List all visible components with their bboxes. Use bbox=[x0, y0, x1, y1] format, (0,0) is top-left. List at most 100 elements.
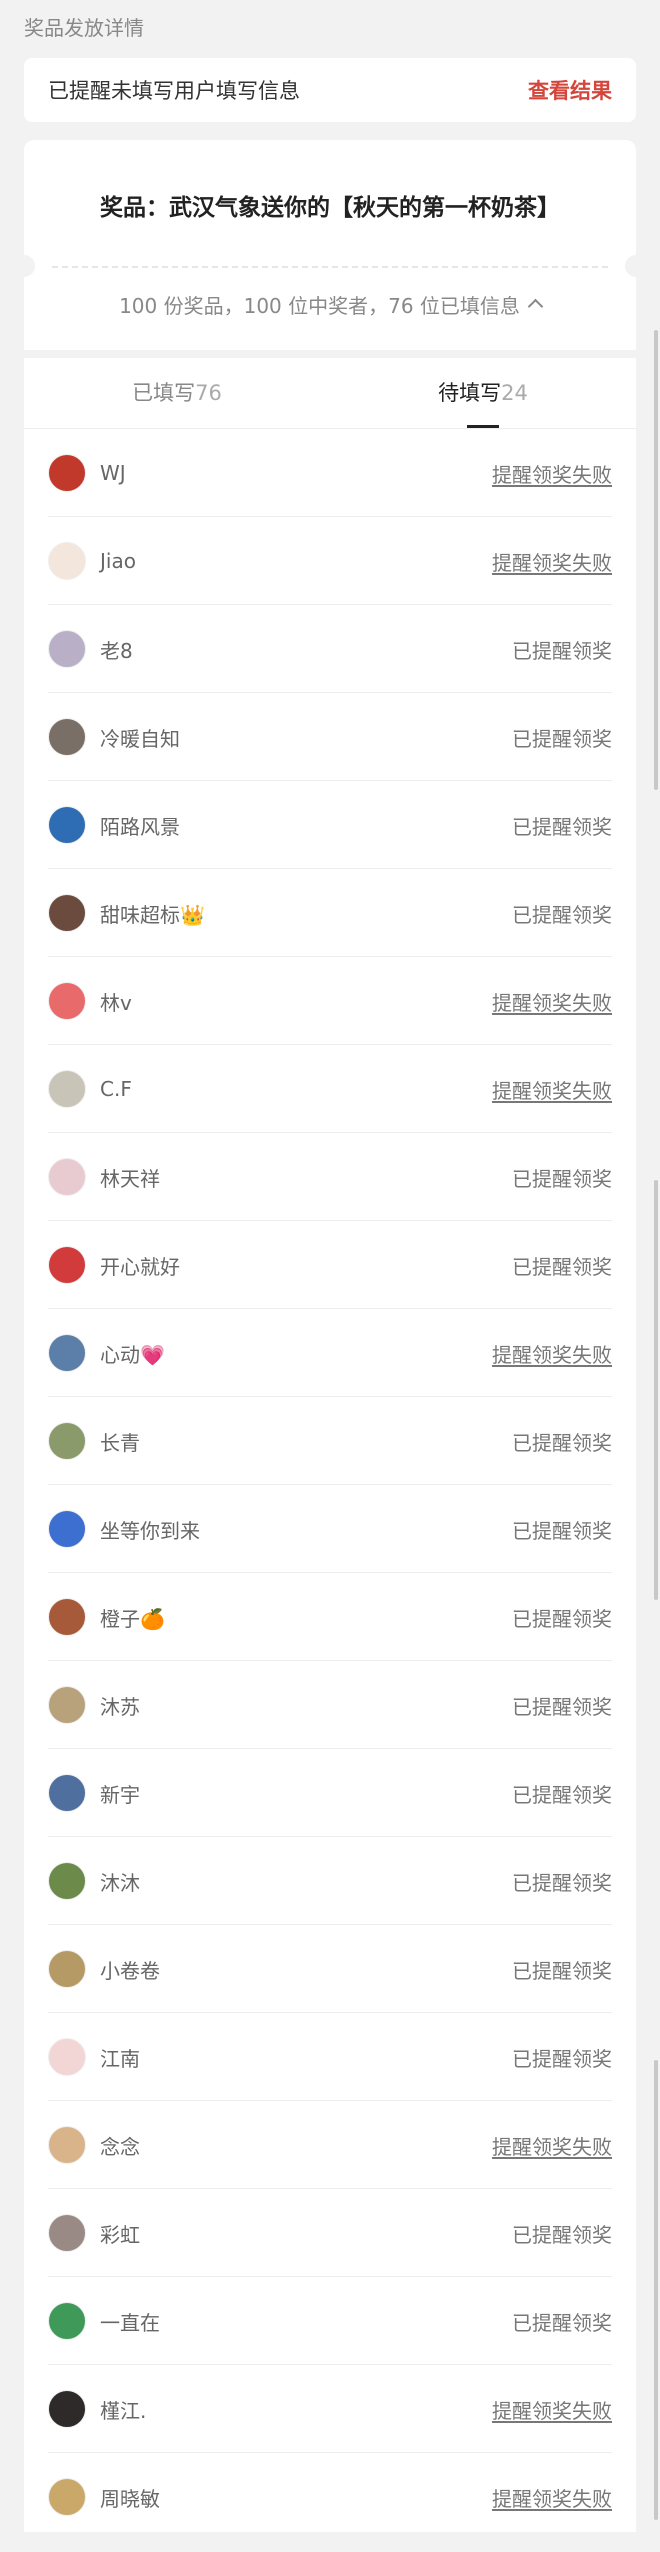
remind-failed-link[interactable]: 提醒领奖失败 bbox=[492, 2395, 612, 2424]
ticket-notch-left bbox=[13, 255, 35, 277]
winner-name: 橙子🍊 bbox=[100, 1606, 165, 1631]
winner-row: 坐等你到来 已提醒领奖 bbox=[24, 1485, 636, 1573]
avatar[interactable] bbox=[48, 1334, 86, 1372]
winner-name: 陌路风景 bbox=[100, 814, 180, 839]
tab-pending[interactable]: 待填写24 bbox=[330, 358, 636, 428]
winner-name: 长青 bbox=[100, 1430, 140, 1455]
winner-row: 新宇 已提醒领奖 bbox=[24, 1749, 636, 1837]
reminded-status: 已提醒领奖 bbox=[512, 1870, 612, 1895]
reminded-status: 已提醒领奖 bbox=[512, 1254, 612, 1279]
winner-row: 周晓敏 提醒领奖失败 bbox=[24, 2453, 636, 2541]
remind-failed-link[interactable]: 提醒领奖失败 bbox=[492, 1075, 612, 1104]
remind-failed-link[interactable]: 提醒领奖失败 bbox=[492, 2483, 612, 2512]
winner-name: 江南 bbox=[100, 2046, 140, 2071]
avatar[interactable] bbox=[48, 1510, 86, 1548]
scrollbar-thumb[interactable] bbox=[654, 330, 658, 790]
avatar[interactable] bbox=[48, 1950, 86, 1988]
winner-row: 念念 提醒领奖失败 bbox=[24, 2101, 636, 2189]
remind-failed-link[interactable]: 提醒领奖失败 bbox=[492, 987, 612, 1016]
reminded-status: 已提醒领奖 bbox=[512, 726, 612, 751]
avatar[interactable] bbox=[48, 2390, 86, 2428]
tab-filled-count: 76 bbox=[195, 381, 222, 405]
winner-name: C.F bbox=[100, 1077, 132, 1101]
scrollbar-thumb-lower[interactable] bbox=[654, 1180, 658, 1600]
avatar[interactable] bbox=[48, 894, 86, 932]
avatar[interactable] bbox=[48, 1246, 86, 1284]
winner-row: 林天祥 已提醒领奖 bbox=[24, 1133, 636, 1221]
avatar[interactable] bbox=[48, 1158, 86, 1196]
winner-row: 沐沐 已提醒领奖 bbox=[24, 1837, 636, 1925]
winner-name: 沐沐 bbox=[100, 1870, 140, 1895]
winner-name: 念念 bbox=[100, 2134, 140, 2159]
avatar[interactable] bbox=[48, 542, 86, 580]
reminded-status: 已提醒领奖 bbox=[512, 1782, 612, 1807]
tab-filled-label: 已填写 bbox=[132, 381, 196, 405]
reminded-status: 已提醒领奖 bbox=[512, 902, 612, 927]
remind-failed-link[interactable]: 提醒领奖失败 bbox=[492, 1339, 612, 1368]
winner-name: 沐苏 bbox=[100, 1694, 140, 1719]
avatar[interactable] bbox=[48, 718, 86, 756]
reminded-status: 已提醒领奖 bbox=[512, 1430, 612, 1455]
reminded-status: 已提醒领奖 bbox=[512, 1166, 612, 1191]
avatar[interactable] bbox=[48, 1774, 86, 1812]
winner-name: 开心就好 bbox=[100, 1254, 180, 1279]
reminded-status: 已提醒领奖 bbox=[512, 2046, 612, 2071]
winner-name: 坐等你到来 bbox=[100, 1518, 200, 1543]
winner-name: 周晓敏 bbox=[100, 2486, 160, 2511]
reminded-status: 已提醒领奖 bbox=[512, 2310, 612, 2335]
winner-row: 江南 已提醒领奖 bbox=[24, 2013, 636, 2101]
winner-row: 老8 已提醒领奖 bbox=[24, 605, 636, 693]
avatar[interactable] bbox=[48, 1598, 86, 1636]
remind-failed-link[interactable]: 提醒领奖失败 bbox=[492, 547, 612, 576]
avatar[interactable] bbox=[48, 630, 86, 668]
avatar[interactable] bbox=[48, 1686, 86, 1724]
avatar[interactable] bbox=[48, 2126, 86, 2164]
avatar[interactable] bbox=[48, 454, 86, 492]
avatar[interactable] bbox=[48, 2302, 86, 2340]
winner-row: WJ 提醒领奖失败 bbox=[24, 429, 636, 517]
prize-title: 奖品：武汉气象送你的【秋天的第一杯奶茶】 bbox=[100, 195, 560, 221]
winner-list: WJ 提醒领奖失败 Jiao 提醒领奖失败 老8 已提醒领奖 冷暖自知 已提醒领奖 陌路风景 已提… bbox=[24, 429, 636, 2541]
dashed-divider bbox=[52, 266, 608, 268]
reminded-status: 已提醒领奖 bbox=[512, 1518, 612, 1543]
avatar[interactable] bbox=[48, 2478, 86, 2516]
tab-bar: 已填写76 待填写24 bbox=[24, 358, 636, 429]
winner-name: 老8 bbox=[100, 638, 133, 663]
winner-name: 冷暖自知 bbox=[100, 726, 180, 751]
section-title: 奖品发放详情 bbox=[24, 16, 144, 40]
tab-filled[interactable]: 已填写76 bbox=[24, 358, 330, 428]
winner-name: Jiao bbox=[100, 549, 136, 573]
winner-row: 开心就好 已提醒领奖 bbox=[24, 1221, 636, 1309]
winner-name: WJ bbox=[100, 461, 126, 485]
winner-row: 小卷卷 已提醒领奖 bbox=[24, 1925, 636, 2013]
winner-row: 一直在 已提醒领奖 bbox=[24, 2277, 636, 2365]
avatar[interactable] bbox=[48, 2038, 86, 2076]
remind-failed-link[interactable]: 提醒领奖失败 bbox=[492, 459, 612, 488]
prize-card: 奖品：武汉气象送你的【秋天的第一杯奶茶】 100 份奖品，100 位中奖者，76… bbox=[13, 140, 647, 350]
avatar[interactable] bbox=[48, 982, 86, 1020]
reminded-status: 已提醒领奖 bbox=[512, 638, 612, 663]
avatar[interactable] bbox=[48, 1070, 86, 1108]
avatar[interactable] bbox=[48, 806, 86, 844]
tab-pending-label: 待填写 bbox=[438, 381, 502, 405]
avatar[interactable] bbox=[48, 2214, 86, 2252]
winner-name: 甜味超标👑 bbox=[100, 902, 205, 927]
reminder-message: 已提醒未填写用户填写信息 bbox=[48, 79, 300, 103]
remind-failed-link[interactable]: 提醒领奖失败 bbox=[492, 2131, 612, 2160]
prize-summary-toggle[interactable]: 100 份奖品，100 位中奖者，76 位已填信息 bbox=[24, 290, 636, 319]
scrollbar-thumb-bottom[interactable] bbox=[654, 2060, 658, 2520]
winner-row: 林v 提醒领奖失败 bbox=[24, 957, 636, 1045]
prize-summary-text: 100 份奖品，100 位中奖者，76 位已填信息 bbox=[119, 294, 520, 318]
reminded-status: 已提醒领奖 bbox=[512, 1958, 612, 1983]
avatar[interactable] bbox=[48, 1422, 86, 1460]
winner-name: 新宇 bbox=[100, 1782, 140, 1807]
reminded-status: 已提醒领奖 bbox=[512, 1606, 612, 1631]
avatar[interactable] bbox=[48, 1862, 86, 1900]
winner-name: 心动💗 bbox=[100, 1342, 165, 1367]
winner-row: 彩虹 已提醒领奖 bbox=[24, 2189, 636, 2277]
reminded-status: 已提醒领奖 bbox=[512, 1694, 612, 1719]
winner-row: 槿江. 提醒领奖失败 bbox=[24, 2365, 636, 2453]
view-result-link[interactable]: 查看结果 bbox=[528, 75, 612, 105]
reminded-status: 已提醒领奖 bbox=[512, 2222, 612, 2247]
reminder-banner: 已提醒未填写用户填写信息 查看结果 bbox=[24, 58, 636, 122]
